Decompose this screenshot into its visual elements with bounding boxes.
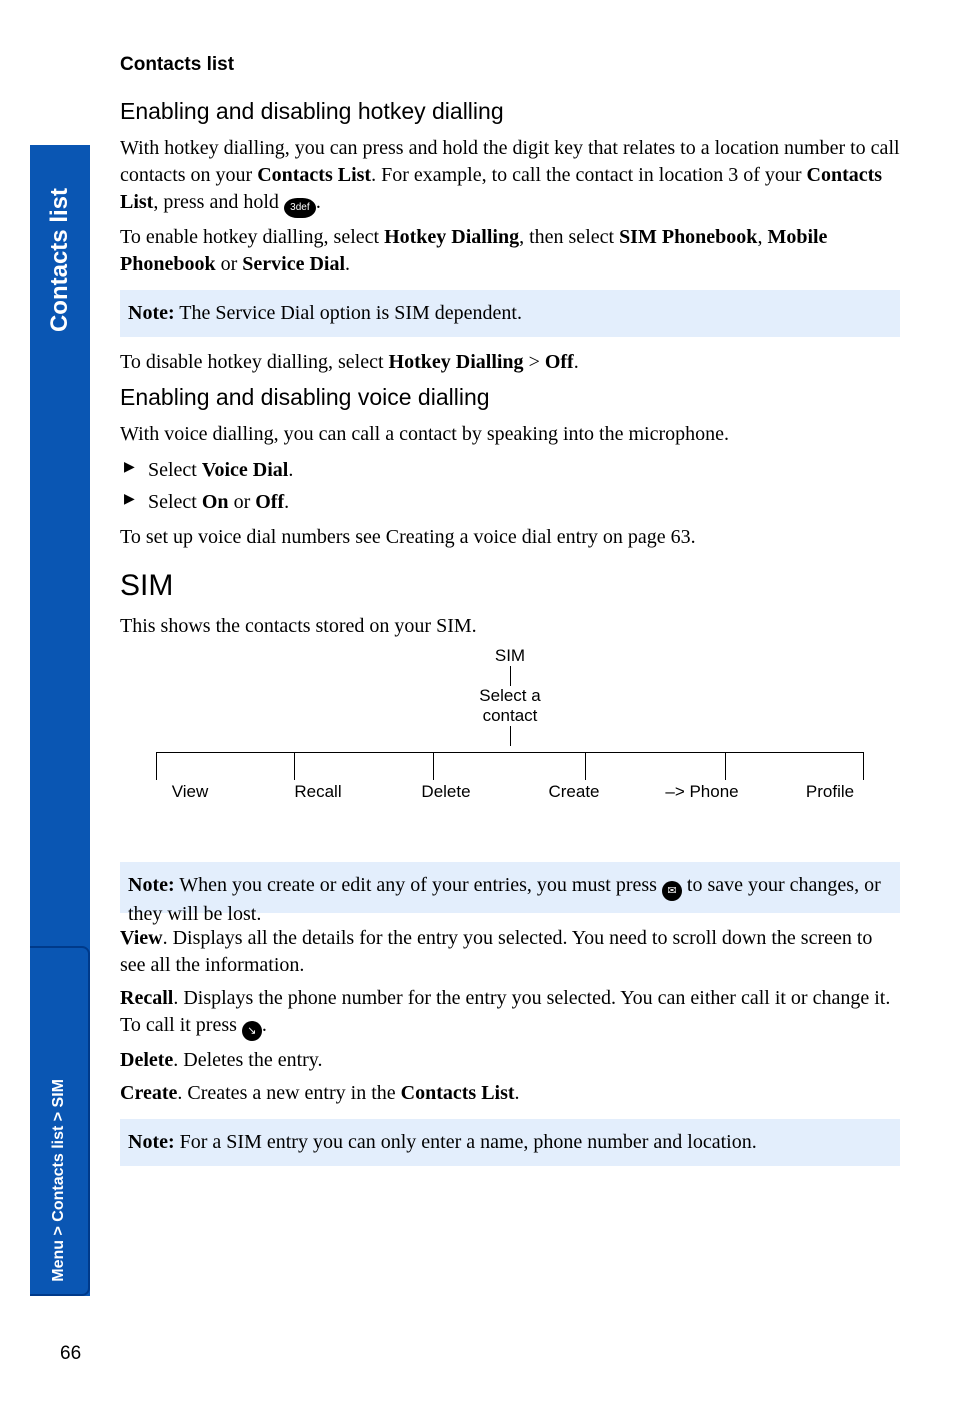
para-sim-intro: This shows the contacts stored on your S… [120,613,900,640]
text: , [757,226,767,248]
para-create: Create. Creates a new entry in the Conta… [120,1080,900,1107]
text: or [216,253,243,275]
note-body: The Service Dial option is SIM dependent… [175,302,522,324]
text: , then select [519,226,619,248]
para-voice-xref: To set up voice dial numbers see Creatin… [120,524,900,551]
text: . [284,491,289,513]
page-content: Contacts list Enabling and disabling hot… [120,54,900,1178]
text-bold: Recall [120,987,173,1009]
text: . [262,1014,267,1036]
list-item: Select Voice Dial. [148,454,900,486]
side-tab-breadcrumb-label: Menu > Contacts list > SIM [50,1079,68,1282]
tree-mid: Select a contact [130,686,890,726]
text: . Displays the phone number for the entr… [120,987,890,1036]
side-tab-breadcrumb: Menu > Contacts list > SIM [30,946,90,1296]
dial-icon: ↘ [242,1021,262,1041]
spacer [120,802,900,850]
tree-leaf: –> Phone [642,782,762,802]
tree-branch [863,752,864,780]
text-bold: Hotkey Dialling [389,351,524,373]
text: To disable hotkey dialling, select [120,351,389,373]
text-bold: Delete [120,1049,173,1071]
text: . For example, to call the contact in lo… [371,164,806,186]
note-label: Note: [128,302,175,324]
list-voice-steps: Select Voice Dial. Select On or Off. [120,454,900,518]
tree-branch [294,752,295,780]
note-label: Note: [128,874,175,896]
page-title: Contacts list [120,54,900,76]
save-icon: ✉ [662,881,682,901]
text: . [288,459,293,481]
text-bold: On [202,491,229,513]
text-bold: SIM Phonebook [619,226,757,248]
text: . [316,191,321,213]
tree-leaf: Profile [770,782,890,802]
tree-leaf: Recall [258,782,378,802]
tree-root: SIM [130,646,890,666]
text: . [515,1082,520,1104]
text: . [574,351,579,373]
tree-branch [433,752,434,780]
menu-tree: SIM Select a contact View Recall Delete … [130,646,890,802]
note-label: Note: [128,1131,175,1153]
heading-hotkey: Enabling and disabling hotkey dialling [120,98,900,125]
note-service-dial: Note: The Service Dial option is SIM dep… [120,290,900,337]
tree-leaf: View [130,782,250,802]
text-bold: Voice Dial [202,459,288,481]
text: , press and hold [153,191,284,213]
heading-sim: SIM [120,569,900,603]
list-item: Select On or Off. [148,486,900,518]
text-bold: View [120,927,163,949]
text: . [345,253,350,275]
key-3def-icon: 3def [284,198,316,218]
text-bold: Hotkey Dialling [384,226,519,248]
text: To enable hotkey dialling, select [120,226,384,248]
text-bold: Contacts List [257,164,371,186]
para-hotkey-intro: With hotkey dialling, you can press and … [120,135,900,218]
para-hotkey-enable: To enable hotkey dialling, select Hotkey… [120,224,900,278]
note-text: When you create or edit any of your entr… [175,874,662,896]
tree-connector [510,726,511,746]
para-delete: Delete. Deletes the entry. [120,1047,900,1074]
text-bold: Off [255,491,284,513]
text: . Displays all the details for the entry… [120,927,872,976]
note-sim-limits: Note: For a SIM entry you can only enter… [120,1119,900,1166]
text-bold: Create [120,1082,177,1104]
tree-connector [510,666,511,686]
text: > [524,351,545,373]
heading-voice: Enabling and disabling voice dialling [120,384,900,411]
tree-leaf: Delete [386,782,506,802]
tree-branch [156,752,157,780]
text-bold: Off [545,351,574,373]
para-recall: Recall. Displays the phone number for th… [120,985,900,1041]
text: . Deletes the entry. [173,1049,322,1071]
para-view: View. Displays all the details for the e… [120,925,900,979]
note-body: For a SIM entry you can only enter a nam… [175,1131,757,1153]
tree-branches [130,752,890,780]
text: . Creates a new entry in the [177,1082,400,1104]
text: or [229,491,256,513]
side-tab-section-label: Contacts list [46,188,74,332]
note-save-changes: Note: When you create or edit any of you… [120,862,900,913]
text-bold: Contacts List [401,1082,515,1104]
para-voice-intro: With voice dialling, you can call a cont… [120,421,900,448]
side-tab-section: Contacts list [30,145,90,375]
text-bold: Service Dial [242,253,345,275]
tree-leaves: View Recall Delete Create –> Phone Profi… [130,782,890,802]
text: Select [148,459,202,481]
tree-leaf: Create [514,782,634,802]
tree-branch [725,752,726,780]
text: Select [148,491,202,513]
para-hotkey-disable: To disable hotkey dialling, select Hotke… [120,349,900,376]
tree-branch [585,752,586,780]
tree-hline [156,752,864,753]
page-number: 66 [60,1343,81,1365]
